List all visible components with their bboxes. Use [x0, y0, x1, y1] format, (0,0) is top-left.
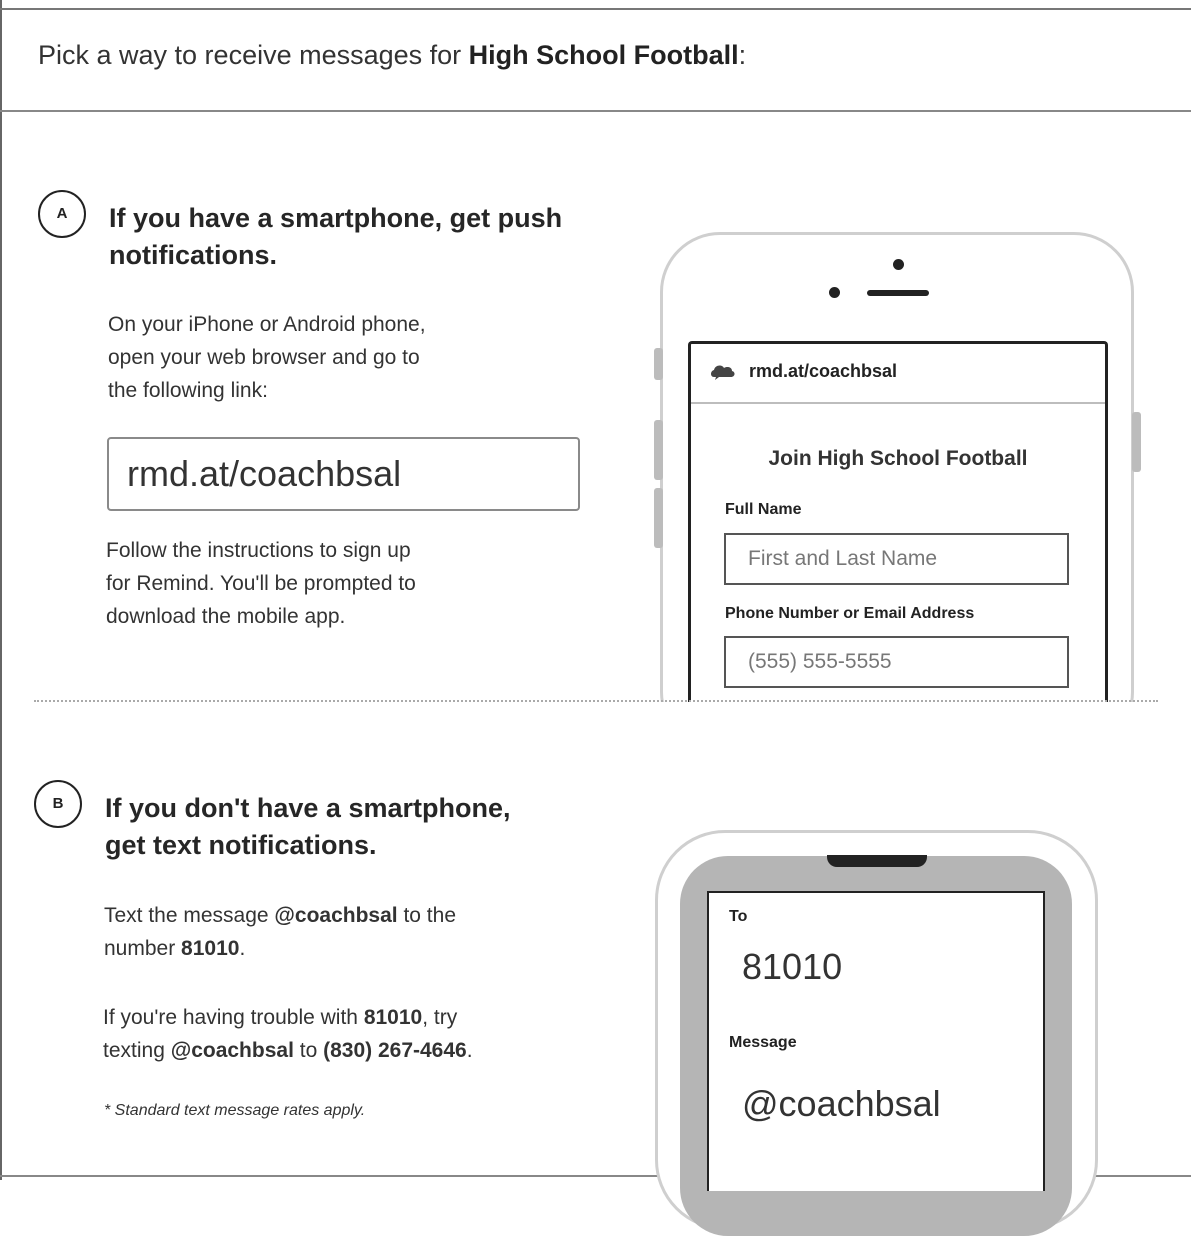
section-divider [34, 700, 1158, 702]
phone-camera-dot [893, 259, 904, 270]
trouble-number: 81010 [363, 1006, 423, 1029]
trouble-line2-middle: to [293, 1039, 324, 1062]
phone-speaker [867, 290, 929, 296]
option-a-follow-up: Follow the instructions to sign up for R… [106, 534, 416, 633]
phone-side-button [1132, 412, 1141, 472]
contact-field[interactable]: (555) 555-5555 [724, 636, 1069, 688]
browser-url-bar: rmd.at/coachbsal [691, 344, 1105, 404]
text-line2-suffix: . [239, 937, 246, 960]
remind-cloud-icon [710, 363, 736, 386]
phone-cutoff-mask [640, 702, 1170, 762]
trouble-line2: texting @coachbsal to (830) 267-4646. [103, 1034, 473, 1067]
signup-link-box[interactable]: rmd.at/coachbsal [107, 437, 580, 511]
option-a-title: If you have a smartphone, get push notif… [109, 200, 562, 274]
follow-up-line: download the mobile app. [106, 605, 346, 628]
page-frame-left [0, 0, 2, 1180]
option-b-title-line1: If you don't have a smartphone, [105, 793, 511, 823]
instruction-line: the following link: [108, 379, 268, 402]
text-instruction-line2: number 81010. [104, 932, 456, 965]
rates-footnote: * Standard text message rates apply. [104, 1102, 366, 1119]
option-a-title-line1: If you have a smartphone, get push [109, 203, 563, 233]
trouble-line1: If you're having trouble with 81010, try [103, 1001, 473, 1034]
header-divider [0, 110, 1191, 112]
phone-sensor-dot [829, 287, 840, 298]
header-prefix: Pick a way to receive messages for [38, 40, 469, 70]
instruction-line: open your web browser and go to [108, 346, 420, 369]
option-b-trouble: If you're having trouble with 81010, try… [103, 1001, 473, 1067]
class-name: High School Football [468, 40, 739, 70]
trouble-line2-prefix: texting [103, 1039, 171, 1062]
option-b-text-instructions: Text the message @coachbsal to the numbe… [104, 899, 456, 965]
contact-label: Phone Number or Email Address [725, 605, 975, 622]
sms-message-value: @coachbsal [742, 1083, 941, 1124]
option-b-title-line2: get text notifications. [105, 830, 377, 860]
option-a-title-line2: notifications. [109, 240, 277, 270]
option-b-title: If you don't have a smartphone, get text… [105, 790, 510, 864]
sms-to-label: To [729, 908, 748, 925]
page-frame-top [0, 8, 1191, 10]
trouble-suffix: , try [422, 1006, 458, 1029]
page-header: Pick a way to receive messages for High … [38, 40, 746, 71]
option-a-instructions: On your iPhone or Android phone, open yo… [108, 308, 426, 407]
trouble-line2-suffix: . [466, 1039, 473, 1062]
trouble-phone: (830) 267-4646 [323, 1039, 467, 1062]
option-a-badge: A [38, 190, 86, 238]
phone-side-button [654, 420, 663, 480]
text-middle: to the [397, 904, 457, 927]
instruction-line: On your iPhone or Android phone, [108, 313, 426, 336]
phone-notch [827, 855, 927, 867]
sms-message-label: Message [729, 1034, 797, 1051]
join-title: Join High School Football [768, 447, 1028, 470]
follow-up-line: Follow the instructions to sign up [106, 539, 411, 562]
text-instruction-line1: Text the message @coachbsal to the [104, 899, 456, 932]
text-number: 81010 [181, 937, 240, 960]
phone-side-button [654, 348, 663, 380]
trouble-code: @coachbsal [170, 1039, 294, 1062]
option-b-badge: B [34, 780, 82, 828]
follow-up-line: for Remind. You'll be prompted to [106, 572, 416, 595]
full-name-field[interactable]: First and Last Name [724, 533, 1069, 585]
phone-screen: rmd.at/coachbsal Join High School Footba… [688, 341, 1108, 721]
text-prefix: Text the message [104, 904, 275, 927]
header-suffix: : [738, 40, 747, 70]
full-name-label: Full Name [725, 501, 802, 518]
browser-url[interactable]: rmd.at/coachbsal [749, 361, 897, 382]
trouble-prefix: If you're having trouble with [103, 1006, 364, 1029]
text-code: @coachbsal [274, 904, 398, 927]
text-line2-prefix: number [104, 937, 182, 960]
phone-side-button [654, 488, 663, 548]
sms-to-value: 81010 [742, 946, 843, 987]
